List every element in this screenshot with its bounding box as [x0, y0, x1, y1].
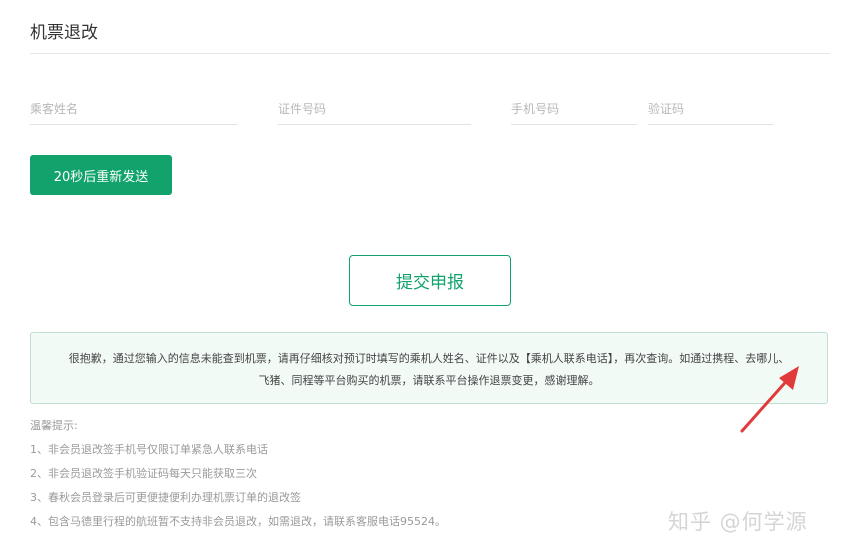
ticket-refund-page: 机票退改 20秒后重新发送 提交申报 很抱歉，通过您输入的信息未能查到机票，请再…: [0, 0, 843, 555]
arrow-shaft: [740, 374, 793, 433]
resend-code-button[interactable]: 20秒后重新发送: [30, 155, 172, 195]
verify-code-input[interactable]: [648, 94, 774, 125]
tip-item: 4、包含马德里行程的航班暂不支持非会员退改，如需退改，请联系客服电话95524。: [30, 515, 446, 528]
notice-line-1: 很抱歉，通过您输入的信息未能查到机票，请再仔细核对预订时填写的乘机人姓名、证件以…: [68, 352, 790, 365]
zhihu-watermark: 知乎 @何学源: [668, 510, 808, 534]
id-number-input[interactable]: [278, 94, 471, 125]
phone-number-input[interactable]: [511, 94, 637, 125]
tip-item: 2、非会员退改签手机验证码每天只能获取三次: [30, 467, 257, 480]
submit-application-button[interactable]: 提交申报: [349, 255, 511, 306]
page-title: 机票退改: [30, 23, 98, 43]
title-divider: [30, 53, 830, 54]
tips-section: 温馨提示: 1、非会员退改签手机号仅限订单紧急人联系电话 2、非会员退改签手机验…: [30, 414, 650, 534]
passenger-name-input[interactable]: [30, 94, 238, 125]
tip-item: 1、非会员退改签手机号仅限订单紧急人联系电话: [30, 443, 268, 456]
not-found-notice: 很抱歉，通过您输入的信息未能查到机票，请再仔细核对预订时填写的乘机人姓名、证件以…: [30, 332, 828, 404]
annotation-arrow-icon: [740, 366, 799, 433]
notice-line-2: 飞猪、同程等平台购买的机票，请联系平台操作退票变更，感谢理解。: [258, 374, 600, 387]
tip-item: 3、春秋会员登录后可更便捷便利办理机票订单的退改签: [30, 491, 301, 504]
tips-heading: 温馨提示:: [30, 419, 78, 432]
